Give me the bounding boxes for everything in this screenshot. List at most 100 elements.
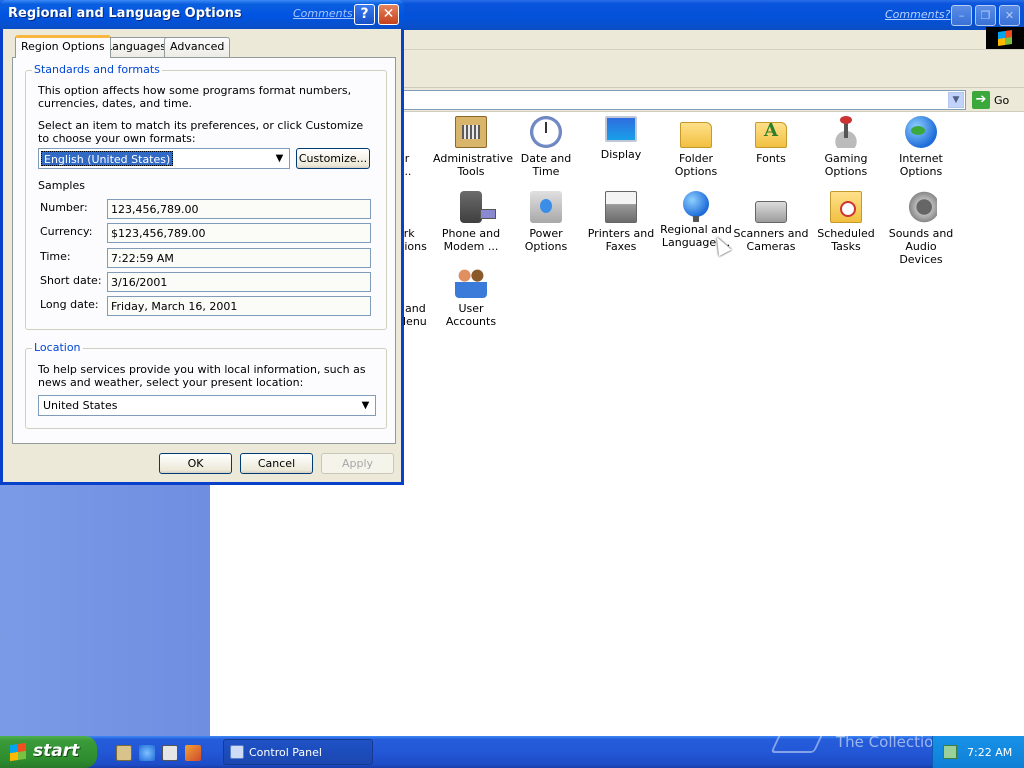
cp-item-label: User Accounts (445, 302, 497, 328)
cp-item-date-time[interactable]: Date and Time (508, 116, 584, 178)
dialog-titlebar[interactable]: Regional and Language Options Comments? … (0, 0, 404, 29)
sample-label-long-date: Long date: (40, 298, 99, 311)
dialog-comments-link[interactable]: Comments? (293, 7, 358, 20)
sample-long-date-field: Friday, March 16, 2001 (107, 296, 371, 316)
sample-label-short-date: Short date: (40, 274, 102, 287)
cp-item-administrative-tools[interactable]: Administrative Tools (433, 116, 514, 178)
customize-instructions: Select an item to match its preferences,… (38, 119, 364, 145)
sample-number-field: 123,456,789.00 (107, 199, 371, 219)
sample-time-field: 7:22:59 AM (107, 248, 371, 268)
maximize-button[interactable]: ❐ (975, 5, 996, 26)
folder-options-icon (680, 122, 712, 148)
network-icon[interactable] (943, 745, 957, 759)
internet-explorer-icon[interactable] (139, 745, 155, 761)
sample-label-time: Time: (40, 250, 71, 263)
standards-formats-title: Standards and formats (32, 63, 162, 76)
clock[interactable]: 7:22 AM (967, 746, 1012, 759)
address-input[interactable]: ▼ (400, 90, 966, 110)
quick-launch-icon[interactable] (116, 745, 132, 761)
cp-item-label: Date and Time (520, 152, 572, 178)
cp-item-phone-modem[interactable]: Phone and Modem ... (433, 191, 509, 253)
phone-modem-icon (460, 191, 496, 223)
windows-logo-icon (10, 742, 26, 762)
taskbar-button-control-panel[interactable]: Control Panel (223, 739, 373, 765)
cp-item-label: Administrative Tools (433, 152, 514, 178)
power-options-icon (530, 191, 562, 223)
show-desktop-icon[interactable] (162, 745, 178, 761)
chevron-down-icon[interactable]: ▼ (948, 92, 964, 108)
cp-item-display[interactable]: Display (583, 116, 659, 161)
cp-item-internet-options[interactable]: Internet Options (883, 116, 959, 178)
cp-item-label: Fonts (756, 152, 786, 165)
cp-item-label: Internet Options (899, 152, 943, 178)
samples-heading: Samples (38, 179, 85, 192)
cp-item-scanners-cameras[interactable]: Scanners and Cameras (733, 191, 809, 253)
tab-region-options[interactable]: Region Options (15, 35, 111, 58)
regional-language-icon (683, 191, 709, 222)
sample-label-number: Number: (40, 201, 88, 214)
fonts-icon (755, 122, 787, 148)
control-panel-icon (230, 745, 244, 759)
sample-label-currency: Currency: (40, 225, 93, 238)
cp-item-label: Sounds and Audio Devices (888, 227, 954, 266)
media-player-icon[interactable] (185, 745, 201, 761)
location-description: To help services provide you with local … (38, 363, 366, 389)
cp-item-gaming-options[interactable]: Gaming Options (808, 116, 884, 178)
format-select-value: English (United States) (41, 151, 174, 166)
cp-item-label: Power Options (524, 227, 568, 253)
apply-button[interactable]: Apply (321, 453, 394, 474)
dialog-title: Regional and Language Options (8, 6, 242, 21)
cp-item-user-accounts[interactable]: User Accounts (433, 266, 509, 328)
ok-button[interactable]: OK (159, 453, 232, 474)
standards-description: This option affects how some programs fo… (38, 84, 352, 110)
tab-advanced[interactable]: Advanced (164, 37, 231, 57)
cp-item-power-options[interactable]: Power Options (508, 191, 584, 253)
sounds-audio-icon (905, 191, 937, 223)
location-group: Location To help services provide you wi… (25, 341, 387, 429)
standards-formats-group: Standards and formats This option affect… (25, 63, 387, 330)
cp-item-label: Scanners and Cameras (733, 227, 809, 253)
system-tray: 7:22 AM (932, 736, 1024, 768)
cp-item-printers-faxes[interactable]: Printers and Faxes (583, 191, 659, 253)
user-accounts-icon (455, 266, 487, 298)
cp-item-label: Gaming Options (824, 152, 868, 178)
cp-item-label: Folder Options (674, 152, 718, 178)
scanners-cameras-icon (755, 201, 787, 223)
printers-faxes-icon (605, 191, 637, 223)
cp-item-scheduled-tasks[interactable]: Scheduled Tasks (808, 191, 884, 253)
sample-short-date-field: 3/16/2001 (107, 272, 371, 292)
cancel-button[interactable]: Cancel (240, 453, 313, 474)
tab-languages[interactable]: Languages (100, 37, 173, 57)
cp-item-label: Phone and Modem ... (441, 227, 501, 253)
format-select[interactable]: English (United States) ▼ (38, 148, 290, 169)
display-icon (605, 116, 637, 142)
region-options-panel: Standards and formats This option affect… (12, 57, 396, 444)
internet-options-icon (905, 116, 937, 148)
cp-item-sounds-audio[interactable]: Sounds and Audio Devices (883, 191, 959, 266)
control-panel-comments-link[interactable]: Comments? (885, 8, 950, 21)
scheduled-tasks-icon (830, 191, 862, 223)
cp-item-fonts[interactable]: Fonts (733, 116, 809, 165)
gaming-options-icon (830, 116, 862, 148)
windows-logo-icon (986, 27, 1024, 49)
start-button[interactable]: start (0, 736, 97, 768)
cp-item-folder-options[interactable]: Folder Options (658, 116, 734, 178)
start-label: start (33, 741, 80, 761)
go-button[interactable]: Go (994, 94, 1009, 107)
cp-item-label: Display (600, 148, 642, 161)
close-button[interactable]: ✕ (999, 5, 1020, 26)
go-arrow-icon[interactable]: ➔ (972, 91, 990, 109)
minimize-button[interactable]: – (951, 5, 972, 26)
cp-item-label: Scheduled Tasks (817, 227, 875, 253)
chevron-down-icon[interactable]: ▼ (271, 150, 288, 167)
chevron-down-icon[interactable]: ▼ (357, 397, 374, 414)
partial-item-label: lenu (403, 315, 427, 328)
help-button[interactable]: ? (354, 4, 375, 25)
location-select[interactable]: United States ▼ (38, 395, 376, 416)
location-select-value: United States (43, 399, 118, 412)
date-time-icon (530, 116, 562, 148)
close-button[interactable]: ✕ (378, 4, 399, 25)
customize-button[interactable]: Customize... (296, 148, 370, 169)
administrative-tools-icon (455, 116, 487, 148)
regional-language-dialog: Regional and Language Options Comments? … (0, 0, 404, 485)
